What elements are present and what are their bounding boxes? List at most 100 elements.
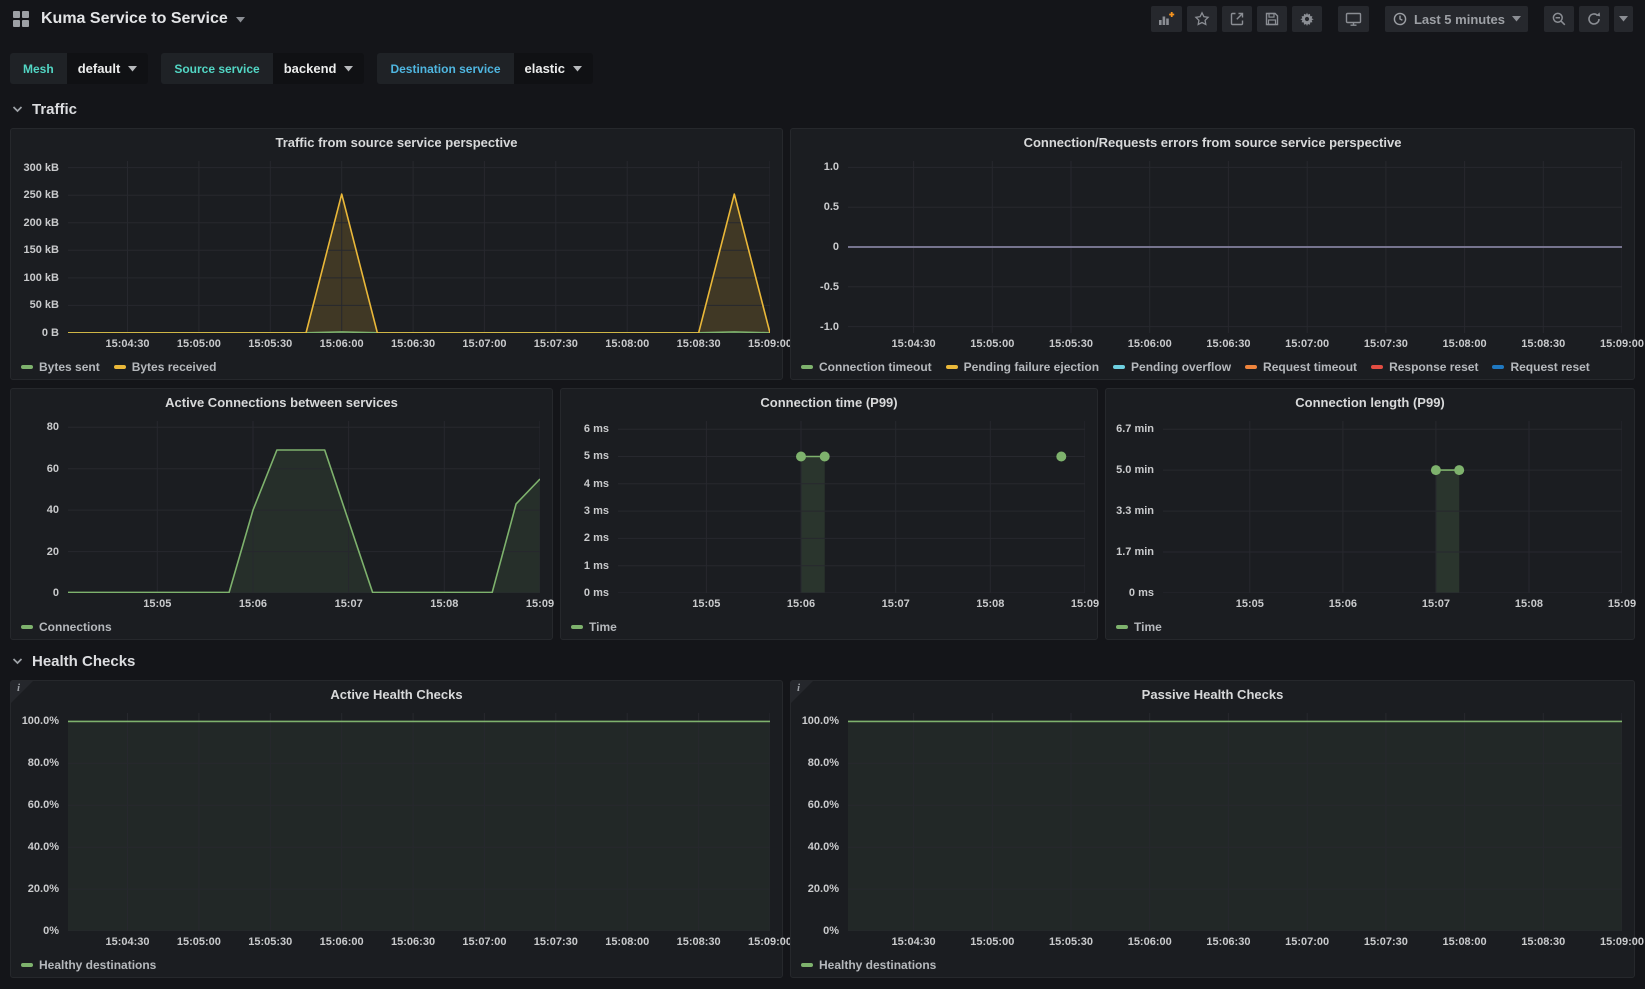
section-health-checks[interactable]: Health Checks [12, 649, 135, 673]
variable-source-service: Source service backend [161, 53, 364, 84]
variable-label: Source service [161, 53, 272, 84]
legend-item[interactable]: Bytes sent [21, 360, 100, 374]
x-axis-label: 15:08 [976, 598, 1004, 610]
cycle-view-mode-button[interactable] [1338, 6, 1369, 32]
legend-label: Response reset [1389, 360, 1478, 374]
chart-canvas[interactable] [618, 421, 1085, 593]
time-range-button[interactable]: Last 5 minutes [1385, 6, 1528, 32]
x-axis-label: 15:08:00 [1443, 936, 1487, 948]
variable-destination-service: Destination service elastic [377, 53, 593, 84]
chart-canvas[interactable] [68, 161, 770, 333]
panel-title[interactable]: Connection length (P99) [1106, 389, 1634, 415]
x-axis-label: 15:09 [1071, 598, 1099, 610]
panel-title[interactable]: Traffic from source service perspective [11, 129, 782, 155]
save-button[interactable] [1257, 6, 1287, 32]
x-axis-label: 15:04:30 [105, 338, 149, 350]
variable-value-dropdown[interactable]: elastic [514, 53, 593, 84]
star-button[interactable] [1187, 6, 1217, 32]
legend-item[interactable]: Time [1116, 620, 1162, 634]
panel-info-icon[interactable]: i [11, 681, 33, 703]
y-axis-label: 20 [11, 545, 59, 559]
y-axis-label: 60.0% [11, 798, 59, 812]
legend-item[interactable]: Pending overflow [1113, 360, 1231, 374]
panel-title[interactable]: Connection time (P99) [561, 389, 1097, 415]
x-axis-label: 15:06 [787, 598, 815, 610]
x-axis-label: 15:07:30 [1364, 936, 1408, 948]
plot-area [68, 713, 770, 931]
dashboard-grid-icon[interactable] [12, 10, 30, 28]
plot-area [68, 161, 770, 333]
variable-value-dropdown[interactable]: default [67, 53, 149, 84]
plot-area [848, 713, 1622, 931]
dashboard-title-caret[interactable] [236, 10, 245, 28]
y-axis-label: 5 ms [561, 449, 609, 463]
legend-item[interactable]: Healthy destinations [21, 958, 156, 972]
y-axis-label: 2 ms [561, 531, 609, 545]
refresh-interval-dropdown[interactable] [1614, 6, 1633, 32]
legend-item[interactable]: Connections [21, 620, 112, 634]
y-axis-label: 3 ms [561, 504, 609, 518]
x-axis-label: 15:05:30 [248, 338, 292, 350]
chart-canvas[interactable] [848, 713, 1622, 931]
variable-value-dropdown[interactable]: backend [273, 53, 365, 84]
y-axis-label: 40.0% [791, 840, 839, 854]
dashboard-title[interactable]: Kuma Service to Service [41, 10, 228, 28]
settings-button[interactable] [1292, 6, 1322, 32]
panel-title[interactable]: Active Connections between services [11, 389, 552, 415]
add-panel-button[interactable] [1151, 6, 1182, 32]
panel-title[interactable]: Connection/Requests errors from source s… [791, 129, 1634, 155]
y-axis-label: 250 kB [11, 188, 59, 202]
x-axis-label: 15:07:00 [1285, 338, 1329, 350]
x-axis-label: 15:06:30 [391, 338, 435, 350]
x-axis-label: 15:07:00 [462, 936, 506, 948]
x-axis-label: 15:05 [692, 598, 720, 610]
legend-item[interactable]: Time [571, 620, 617, 634]
legend-label: Pending overflow [1131, 360, 1231, 374]
panel-legend: Connections [21, 620, 112, 634]
chart-canvas[interactable] [68, 713, 770, 931]
panel-title[interactable]: Passive Health Checks [791, 681, 1634, 707]
share-button[interactable] [1222, 6, 1252, 32]
legend-label: Bytes received [132, 360, 217, 374]
panel-legend: Time [571, 620, 617, 634]
x-axis-label: 15:06:30 [1206, 338, 1250, 350]
x-axis-label: 15:05:30 [1049, 936, 1093, 948]
y-axis-label: 6.7 min [1106, 422, 1154, 436]
y-axis-label: 0 [11, 586, 59, 600]
plot-area [1163, 421, 1622, 593]
zoom-out-button[interactable] [1544, 6, 1574, 32]
legend-item[interactable]: Connection timeout [801, 360, 932, 374]
top-navbar: Kuma Service to Service [0, 0, 1645, 38]
panel-errors: Connection/Requests errors from source s… [790, 128, 1635, 380]
panel-info-icon[interactable]: i [791, 681, 813, 703]
panel-traffic: Traffic from source service perspective0… [10, 128, 783, 380]
legend-swatch [1113, 365, 1125, 369]
legend-item[interactable]: Bytes received [114, 360, 217, 374]
x-axis-label: 15:06:00 [1128, 338, 1172, 350]
y-axis-label: 0% [791, 924, 839, 938]
legend-item[interactable]: Request timeout [1245, 360, 1357, 374]
panel-title[interactable]: Active Health Checks [11, 681, 782, 707]
legend-item[interactable]: Response reset [1371, 360, 1478, 374]
x-axis-label: 15:07:00 [462, 338, 506, 350]
x-axis-label: 15:05 [1236, 598, 1264, 610]
legend-item[interactable]: Request reset [1492, 360, 1589, 374]
chart-canvas[interactable] [848, 161, 1622, 333]
section-traffic[interactable]: Traffic [12, 97, 77, 121]
chart-canvas[interactable] [1163, 421, 1622, 593]
x-axis-label: 15:06 [1329, 598, 1357, 610]
legend-item[interactable]: Healthy destinations [801, 958, 936, 972]
x-axis-label: 15:08:00 [1443, 338, 1487, 350]
y-axis-label: 3.3 min [1106, 504, 1154, 518]
chevron-down-icon [1512, 16, 1521, 22]
variable-value: backend [284, 61, 337, 76]
x-axis-label: 15:09:00 [748, 338, 792, 350]
y-axis-label: 80 [11, 420, 59, 434]
refresh-button[interactable] [1579, 6, 1609, 32]
x-axis-label: 15:08 [430, 598, 458, 610]
x-axis-label: 15:08:00 [605, 936, 649, 948]
legend-item[interactable]: Pending failure ejection [946, 360, 1099, 374]
y-axis-label: 1 ms [561, 559, 609, 573]
x-axis-label: 15:05:00 [970, 936, 1014, 948]
chart-canvas[interactable] [68, 421, 540, 593]
